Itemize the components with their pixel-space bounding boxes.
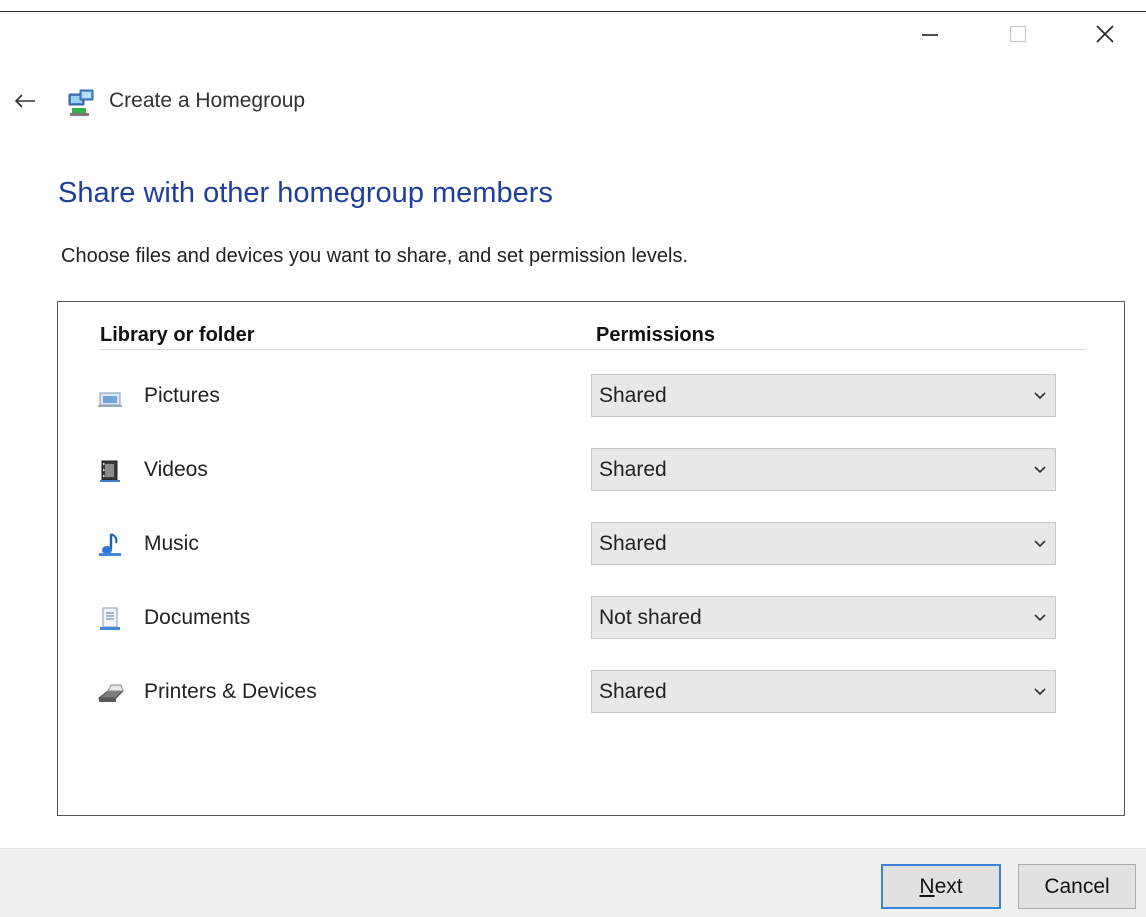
window-title: Create a Homegroup xyxy=(109,89,306,112)
table-row: Videos Shared xyxy=(96,448,1076,494)
table-row: Printers & Devices Shared xyxy=(96,670,1076,716)
column-header-library: Library or folder xyxy=(100,324,255,346)
minimize-icon xyxy=(922,34,938,36)
cancel-button[interactable]: Cancel xyxy=(1018,864,1136,909)
permission-select-documents[interactable]: Not shared xyxy=(591,596,1056,639)
library-label-documents: Documents xyxy=(144,606,251,629)
minimize-button[interactable] xyxy=(907,14,953,54)
permission-select-pictures[interactable]: Shared xyxy=(591,374,1056,417)
chevron-down-icon xyxy=(1025,687,1055,697)
permission-select-printers[interactable]: Shared xyxy=(591,670,1056,713)
next-button[interactable]: Next xyxy=(881,864,1001,909)
next-button-label: Next xyxy=(919,874,963,898)
library-label-printers: Printers & Devices xyxy=(144,680,317,703)
close-icon xyxy=(1096,25,1114,43)
library-label-videos: Videos xyxy=(144,458,208,481)
maximize-button[interactable] xyxy=(995,14,1041,54)
table-row: Music Shared xyxy=(96,522,1076,568)
table-row: Documents Not shared xyxy=(96,596,1076,642)
window-top-border xyxy=(0,11,1146,12)
maximize-icon xyxy=(1009,25,1027,43)
documents-library-icon xyxy=(100,607,120,630)
table-row: Pictures Shared xyxy=(96,374,1076,420)
music-library-icon xyxy=(99,533,121,556)
back-button[interactable] xyxy=(10,88,40,114)
chevron-down-icon xyxy=(1025,391,1055,401)
header-divider xyxy=(100,349,1086,350)
library-label-pictures: Pictures xyxy=(144,384,220,407)
permission-value: Shared xyxy=(599,383,667,407)
homegroup-icon xyxy=(68,89,94,116)
permission-value: Not shared xyxy=(599,605,702,629)
permission-value: Shared xyxy=(599,531,667,555)
library-label-music: Music xyxy=(144,532,199,555)
cancel-button-label: Cancel xyxy=(1044,874,1110,898)
page-heading: Share with other homegroup members xyxy=(58,177,553,209)
permission-value: Shared xyxy=(599,457,667,481)
chevron-down-icon xyxy=(1025,539,1055,549)
pictures-library-icon xyxy=(98,392,122,407)
printer-icon xyxy=(97,684,125,702)
close-button[interactable] xyxy=(1082,14,1128,54)
chevron-down-icon xyxy=(1025,465,1055,475)
column-header-permissions: Permissions xyxy=(596,324,715,346)
permission-select-videos[interactable]: Shared xyxy=(591,448,1056,491)
page-instructions: Choose files and devices you want to sha… xyxy=(61,245,689,267)
back-arrow-icon xyxy=(14,94,35,108)
chevron-down-icon xyxy=(1025,613,1055,623)
permission-select-music[interactable]: Shared xyxy=(591,522,1056,565)
videos-library-icon xyxy=(100,460,120,482)
permission-value: Shared xyxy=(599,679,667,703)
